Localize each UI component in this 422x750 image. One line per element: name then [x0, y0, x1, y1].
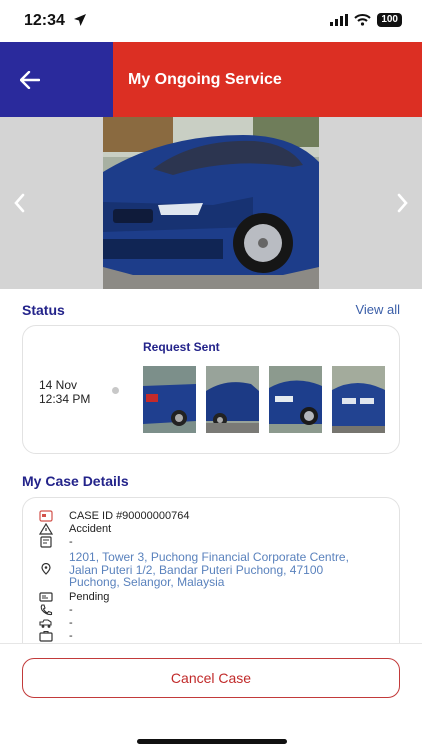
case-vehicle-row: -: [39, 617, 73, 629]
chevron-right-icon[interactable]: [392, 192, 412, 214]
case-address-row: 1201, Tower 3, Puchong Financial Corpora…: [39, 551, 349, 589]
status-card: Request Sent 14 Nov 12:34 PM: [22, 325, 400, 454]
status-section-title: Status: [22, 302, 65, 318]
header-title-area: My Ongoing Service: [113, 42, 422, 117]
case-state-row: Pending: [39, 591, 109, 603]
case-extra: -: [69, 630, 73, 642]
status-card-icon: [39, 592, 53, 602]
status-time: 12:34: [24, 12, 65, 29]
vehicle-photo: [103, 117, 319, 289]
case-extra-row: -: [39, 630, 73, 642]
case-id: CASE ID #90000000764: [69, 510, 190, 522]
chevron-left-icon[interactable]: [10, 192, 30, 214]
status-date: 14 Nov: [39, 378, 78, 392]
damage-photo-thumbnail[interactable]: [143, 366, 196, 433]
case-vehicle: -: [69, 617, 73, 629]
timeline-dot: [112, 387, 119, 394]
home-indicator[interactable]: [137, 739, 287, 744]
case-id-row: CASE ID #90000000764: [39, 510, 189, 522]
signal-icon: [330, 14, 349, 26]
case-details-card: CASE ID #90000000764 Accident - 1201, To…: [22, 497, 400, 657]
damage-photo-thumbnail[interactable]: [332, 366, 385, 433]
battery-icon: 100: [377, 13, 402, 27]
location-pin-icon: [41, 563, 51, 575]
case-phone: -: [69, 604, 73, 616]
case-type-row: Accident: [39, 523, 111, 535]
app-header: My Ongoing Service: [0, 42, 422, 117]
note-icon: [40, 536, 52, 548]
id-card-icon: [39, 510, 53, 522]
vehicle-photo-carousel[interactable]: [0, 117, 422, 289]
page-title: My Ongoing Service: [128, 70, 282, 88]
header-back-area: [0, 42, 113, 117]
status-bar: 12:34 100: [0, 0, 422, 42]
location-arrow-icon: [74, 14, 86, 26]
wifi-icon: [354, 14, 371, 26]
damage-photo-thumbnail[interactable]: [206, 366, 259, 433]
address-line-1[interactable]: 1201, Tower 3, Puchong Financial Corpora…: [69, 551, 349, 564]
case-state: Pending: [69, 591, 110, 603]
briefcase-icon: [39, 630, 53, 642]
case-details-section-title: My Case Details: [22, 473, 129, 489]
case-note: -: [69, 536, 73, 548]
status-time: 12:34 PM: [39, 392, 91, 406]
warning-icon: [39, 523, 53, 535]
tow-truck-icon: [39, 619, 52, 628]
status-timestamp: 14 Nov 12:34 PM: [39, 378, 90, 406]
cancel-case-button[interactable]: Cancel Case: [22, 658, 400, 698]
phone-icon: [40, 604, 53, 616]
address-line-3[interactable]: Puchong, Selangor, Malaysia: [69, 576, 349, 589]
view-all-link[interactable]: View all: [355, 302, 400, 317]
damage-photo-thumbnail[interactable]: [269, 366, 322, 433]
arrow-left-icon[interactable]: [20, 70, 40, 89]
request-status-label: Request Sent: [143, 340, 220, 354]
case-type: Accident: [69, 523, 112, 535]
case-note-row: -: [39, 536, 73, 548]
bottom-action-bar: Cancel Case: [0, 643, 422, 750]
case-phone-row: -: [39, 604, 73, 616]
